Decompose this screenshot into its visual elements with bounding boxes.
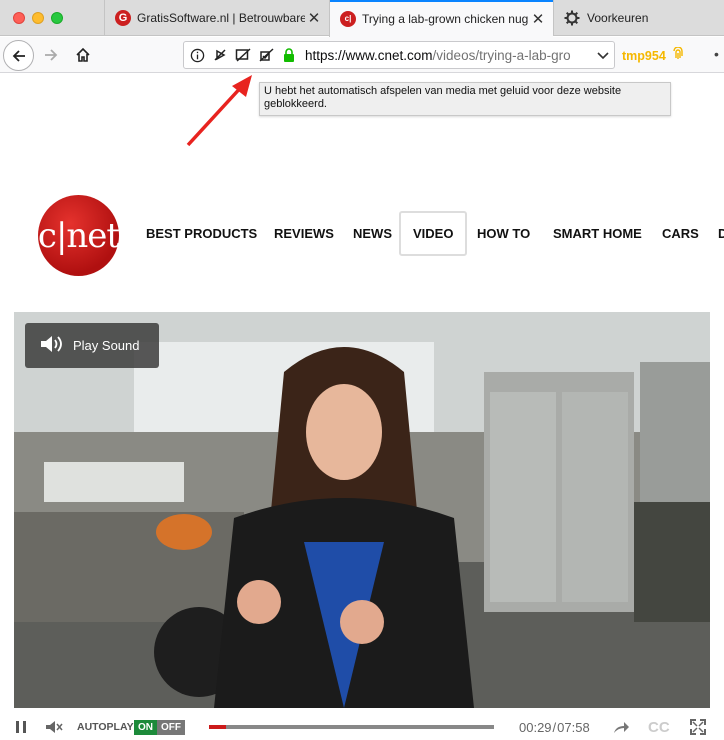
chevron-down-icon[interactable] — [592, 48, 614, 63]
media-blocked-icon[interactable] — [233, 45, 253, 65]
extension-label: tmp954 — [622, 49, 666, 63]
menu-how-to[interactable]: HOW TO — [477, 226, 530, 241]
menu-video[interactable]: VIDEO — [399, 211, 468, 256]
gratissoftware-favicon-icon: G — [115, 10, 131, 26]
tab-label: GratisSoftware.nl | Betrouwbare — [137, 11, 305, 25]
close-tab-icon[interactable]: ✕ — [305, 9, 323, 27]
pause-icon — [16, 721, 26, 733]
fingerprint-icon — [672, 46, 684, 63]
autoplay-off[interactable]: OFF — [157, 719, 185, 735]
window-minimize-button[interactable] — [32, 12, 44, 24]
menu-more[interactable]: D — [718, 226, 724, 241]
menu-reviews[interactable]: REVIEWS — [274, 226, 334, 241]
tab-gratissoftware[interactable]: G GratisSoftware.nl | Betrouwbare ✕ — [104, 0, 329, 36]
url-bar[interactable]: https://www.cnet.com/videos/trying-a-lab… — [183, 41, 615, 69]
fullscreen-button[interactable] — [690, 714, 706, 740]
mute-button[interactable] — [45, 714, 65, 740]
fullscreen-icon — [690, 719, 706, 735]
cnet-logo[interactable]: c|net — [38, 195, 120, 276]
menu-smart-home[interactable]: SMART HOME — [553, 226, 642, 241]
closed-captions-button[interactable]: CC — [648, 714, 670, 740]
speaker-icon — [39, 334, 63, 357]
menu-news[interactable]: NEWS — [353, 226, 392, 241]
annotation-arrow-icon — [186, 75, 252, 147]
video-time: 00:29/07:58 — [519, 714, 590, 740]
window-zoom-button[interactable] — [51, 12, 63, 24]
time-separator: / — [552, 719, 557, 735]
lock-icon[interactable] — [279, 45, 299, 65]
info-icon[interactable] — [187, 45, 207, 65]
url-host: https://www.cnet.com — [305, 47, 433, 63]
video-player[interactable] — [14, 312, 710, 708]
autoplay-on[interactable]: ON — [134, 719, 157, 735]
url-path: /videos/trying-a-lab-gro — [432, 47, 571, 63]
video-controls: AUTOPLAY ON OFF 00:29/07:58 CC — [0, 714, 724, 740]
video-frame-image — [14, 312, 710, 708]
extension-button[interactable]: tmp954 — [622, 46, 684, 63]
autoplay-toggle[interactable]: ON OFF — [134, 714, 185, 740]
pause-button[interactable] — [14, 714, 28, 740]
menu-cars[interactable]: CARS — [662, 226, 699, 241]
close-tab-icon[interactable]: ✕ — [529, 10, 547, 28]
navigation-bar: https://www.cnet.com/videos/trying-a-lab… — [0, 37, 724, 73]
duration: 07:58 — [557, 719, 590, 735]
play-sound-button[interactable]: Play Sound — [25, 323, 159, 368]
muted-speaker-icon — [46, 721, 63, 733]
url-text[interactable]: https://www.cnet.com/videos/trying-a-lab… — [305, 48, 592, 63]
autoplay-blocked-icon[interactable] — [210, 45, 230, 65]
forward-arrow-icon — [45, 49, 58, 61]
tracking-protection-icon[interactable] — [256, 45, 276, 65]
tab-strip: G GratisSoftware.nl | Betrouwbare ✕ c| T… — [0, 0, 724, 37]
home-icon — [76, 47, 90, 62]
current-time: 00:29 — [519, 719, 552, 735]
menu-best-products[interactable]: BEST PRODUCTS — [146, 226, 257, 241]
back-arrow-icon — [12, 49, 25, 62]
tab-voorkeuren[interactable]: Voorkeuren — [553, 0, 724, 36]
back-button[interactable] — [3, 40, 34, 71]
gear-icon — [564, 10, 580, 26]
tab-cnet-video[interactable]: c| Trying a lab-grown chicken nug ✕ — [329, 0, 553, 37]
share-button[interactable] — [612, 714, 630, 740]
autoplay-blocked-tooltip: U hebt het automatisch afspelen van medi… — [259, 82, 671, 116]
autoplay-label: AUTOPLAY — [77, 721, 134, 733]
cnet-favicon-icon: c| — [340, 10, 356, 27]
play-sound-label: Play Sound — [73, 338, 140, 353]
home-button[interactable] — [70, 42, 96, 68]
video-progress-bar[interactable] — [209, 725, 494, 729]
share-arrow-icon — [614, 722, 629, 733]
tab-label: Trying a lab-grown chicken nug — [362, 11, 529, 26]
forward-button[interactable] — [38, 42, 64, 68]
video-progress-fill — [209, 725, 227, 729]
tab-label: Voorkeuren — [587, 11, 649, 25]
window-close-button[interactable] — [13, 12, 25, 24]
overflow-menu-icon[interactable]: • — [714, 46, 719, 62]
